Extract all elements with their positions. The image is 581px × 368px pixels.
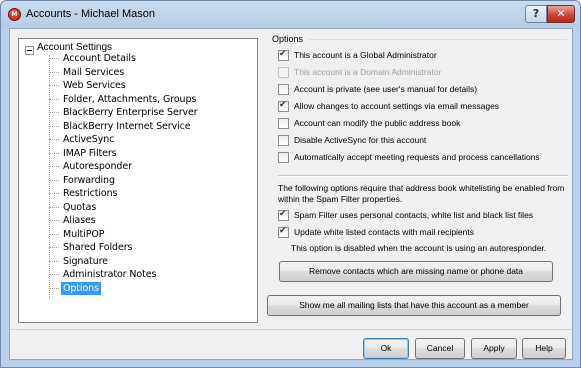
tree-item-label: Quotas <box>63 201 97 213</box>
tree-item-label: Autoresponder <box>63 161 132 172</box>
tree-item-label: MultiPOP <box>63 228 105 240</box>
accounts-window: M Accounts - Michael Mason ? ✕ Account S… <box>0 0 581 368</box>
tree-item-label: Folder, Attachments, Groups <box>63 93 197 105</box>
tree-item-label: Web Services <box>63 80 126 91</box>
checkbox-checked-icon[interactable] <box>278 226 289 238</box>
ok-button[interactable]: Ok <box>363 338 409 359</box>
tree-connector-line <box>49 55 50 299</box>
checkbox-label: Disable ActiveSync for this account <box>294 135 427 145</box>
checkbox-label: This account is a Domain Administrator <box>294 67 442 77</box>
tree-item-label: ActiveSync <box>63 134 115 145</box>
checkbox-unchecked-icon[interactable] <box>278 152 289 163</box>
checkbox-checked-icon[interactable] <box>278 49 289 61</box>
tree-item-label: BlackBerry Enterprise Server <box>63 107 198 118</box>
checkbox-unchecked-icon[interactable] <box>278 84 289 95</box>
show-mailing-lists-button[interactable]: Show me all mailing lists that have this… <box>267 295 561 316</box>
app-logo-icon: M <box>8 8 21 21</box>
footer-separator <box>10 329 572 330</box>
whitelist-note-line-1: The following options require that addre… <box>278 183 565 193</box>
autoresponder-note: This option is disabled when the account… <box>291 243 547 253</box>
checkbox-label: Spam Filter uses personal contacts, whit… <box>294 210 534 220</box>
tree-item-label: Aliases <box>63 215 96 226</box>
close-icon: ✕ <box>556 7 566 20</box>
whitelist-note-line-2: within the Spam Filter properties. <box>278 194 403 204</box>
tree-item-label: Shared Folders <box>63 242 133 253</box>
tree-item-label: Signature <box>63 255 108 267</box>
options-group-label: Options <box>272 34 304 44</box>
checkbox-label: Account can modify the public address bo… <box>294 118 461 128</box>
checkbox-label: Update white listed contacts with mail r… <box>294 227 474 237</box>
title-bar[interactable]: M Accounts - Michael Mason ? ✕ <box>1 1 580 28</box>
checkbox-label: This account is a Global Administrator <box>294 50 437 60</box>
title-close-button[interactable]: ✕ <box>547 5 575 23</box>
tree-item-label: IMAP Filters <box>63 147 117 159</box>
checkbox-checked-icon[interactable] <box>278 209 289 221</box>
options-separator <box>278 175 568 177</box>
checkbox-label: Allow changes to account settings via em… <box>294 101 500 111</box>
tree-item-label: Account Details <box>63 53 136 64</box>
checkbox-unchecked-icon[interactable] <box>278 118 289 129</box>
question-mark-icon: ? <box>532 7 540 20</box>
checkbox-checked-icon[interactable] <box>278 100 289 112</box>
title-help-button[interactable]: ? <box>525 5 547 23</box>
group-divider <box>309 39 567 40</box>
checkbox-unchecked-icon[interactable] <box>278 135 289 146</box>
dialog-client-area: Account Settings Account Details Mail Se… <box>9 28 573 360</box>
collapse-toggle-icon[interactable] <box>25 46 34 55</box>
tree-item-label: Options <box>61 281 101 295</box>
tree-item-label: Mail Services <box>63 66 125 78</box>
cancel-button[interactable]: Cancel <box>415 338 465 359</box>
tree-item-label: Restrictions <box>63 188 118 199</box>
tree-item-label: Forwarding <box>63 174 115 186</box>
help-button[interactable]: Help <box>522 338 566 359</box>
checkbox-disabled-icon <box>278 67 289 78</box>
remove-contacts-button[interactable]: Remove contacts which are missing name o… <box>279 261 553 282</box>
settings-tree[interactable]: Account Settings Account Details Mail Se… <box>18 38 258 323</box>
tree-item-label: Administrator Notes <box>63 269 157 280</box>
checkbox-label: Automatically accept meeting requests an… <box>294 152 540 162</box>
checkbox-label: Account is private (see user's manual fo… <box>294 84 478 94</box>
window-title: Accounts - Michael Mason <box>26 8 155 20</box>
tree-item-label: BlackBerry Internet Service <box>63 120 191 132</box>
apply-button[interactable]: Apply <box>471 338 517 359</box>
